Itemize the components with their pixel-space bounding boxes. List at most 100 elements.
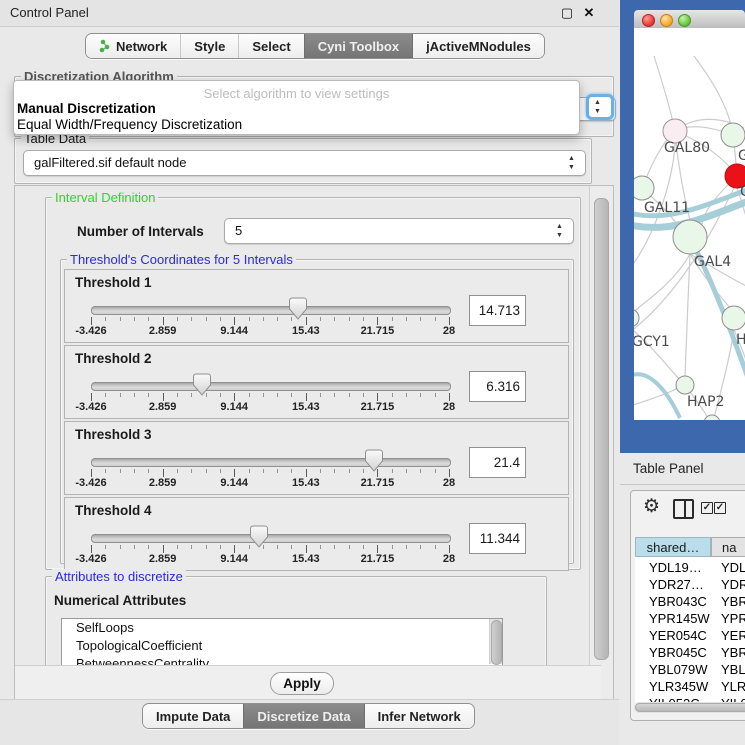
slider-thumb[interactable] bbox=[192, 373, 212, 396]
table-row[interactable]: YPR145WYPR1 bbox=[635, 610, 745, 627]
panel-scrollbar[interactable] bbox=[589, 186, 613, 698]
tick-label: 2.859 bbox=[149, 553, 177, 565]
minor-tick bbox=[420, 469, 421, 473]
column-header-name[interactable]: na bbox=[711, 537, 745, 557]
apply-button[interactable]: Apply bbox=[270, 672, 334, 695]
tab-infer-network[interactable]: Infer Network bbox=[364, 704, 474, 728]
numerical-attributes-list[interactable]: SelfLoopsTopologicalCoefficientBetweenne… bbox=[61, 618, 503, 667]
tick-label: 28 bbox=[443, 477, 455, 489]
tab-network[interactable]: Network bbox=[86, 34, 180, 58]
minimize-traffic-light-icon[interactable] bbox=[660, 14, 673, 27]
tab-jactivemnodules[interactable]: jActiveMNodules bbox=[412, 34, 544, 58]
minor-tick bbox=[105, 469, 106, 473]
minor-tick bbox=[363, 317, 364, 321]
checkbox-icon[interactable]: ✓ bbox=[701, 502, 713, 514]
minor-tick bbox=[120, 545, 121, 549]
minor-tick bbox=[120, 317, 121, 321]
major-tick bbox=[234, 317, 235, 325]
minor-tick bbox=[249, 317, 250, 321]
table-row[interactable]: YBR045CYBR0 bbox=[635, 644, 745, 661]
tick-label: -3.426 bbox=[75, 401, 106, 413]
tab-select[interactable]: Select bbox=[238, 34, 303, 58]
network-node-green[interactable] bbox=[673, 220, 707, 254]
table-row[interactable]: YBR043CYBR0 bbox=[635, 593, 745, 610]
network-node-green[interactable] bbox=[722, 306, 745, 330]
tab-cyni-toolbox[interactable]: Cyni Toolbox bbox=[304, 34, 412, 58]
network-node-green[interactable] bbox=[634, 309, 639, 327]
slider-track[interactable] bbox=[91, 534, 451, 543]
minor-tick bbox=[392, 393, 393, 397]
close-traffic-light-icon[interactable] bbox=[642, 14, 655, 27]
tab-impute-data[interactable]: Impute Data bbox=[143, 704, 243, 728]
table-horizontal-scrollbar[interactable] bbox=[634, 702, 745, 713]
slider-track[interactable] bbox=[91, 458, 451, 467]
mode-tabs: Impute Data Discretize DataInfer Network bbox=[142, 703, 475, 729]
minor-tick bbox=[349, 317, 350, 321]
minor-tick bbox=[191, 545, 192, 549]
split-columns-icon[interactable] bbox=[673, 499, 694, 519]
attributes-list-scrollbar[interactable] bbox=[489, 619, 502, 664]
tick-label: 21.715 bbox=[361, 325, 395, 337]
dropdown-option-equal-width[interactable]: Equal Width/Frequency Discretization bbox=[17, 117, 242, 132]
minor-tick bbox=[320, 545, 321, 549]
table-row[interactable]: YER054CYER0 bbox=[635, 627, 745, 644]
slider-track[interactable] bbox=[91, 306, 451, 315]
table-row[interactable]: YDL19…YDL1 bbox=[635, 559, 745, 576]
tab-label: jActiveMNodules bbox=[426, 39, 531, 54]
threshold-value-field[interactable]: 21.4 bbox=[469, 447, 526, 478]
minor-tick bbox=[263, 317, 264, 321]
slider-thumb[interactable] bbox=[364, 449, 384, 472]
major-tick bbox=[234, 469, 235, 477]
number-of-intervals-combobox[interactable]: 5 bbox=[224, 218, 574, 244]
table-data-combobox[interactable]: galFiltered.sif default node bbox=[23, 150, 586, 176]
minor-tick bbox=[334, 393, 335, 397]
dropdown-option-manual[interactable]: Manual Discretization bbox=[17, 101, 156, 116]
minor-tick bbox=[191, 469, 192, 473]
slider-thumb[interactable] bbox=[288, 297, 308, 320]
node-label: H bbox=[736, 332, 745, 348]
tab-label: Impute Data bbox=[156, 709, 230, 724]
tick-label: -3.426 bbox=[75, 325, 106, 337]
algorithm-combobox-button[interactable] bbox=[586, 94, 614, 120]
slider-thumb[interactable] bbox=[249, 525, 269, 548]
attribute-list-item[interactable]: TopologicalCoefficient bbox=[62, 637, 502, 655]
tick-label: 21.715 bbox=[361, 401, 395, 413]
network-node-green[interactable] bbox=[676, 376, 694, 394]
tick-label: 28 bbox=[443, 401, 455, 413]
checkbox-icon[interactable]: ✓ bbox=[714, 502, 726, 514]
cell-shared-name: YDL19… bbox=[649, 559, 702, 576]
zoom-traffic-light-icon[interactable] bbox=[678, 14, 691, 27]
attribute-list-item[interactable]: SelfLoops bbox=[62, 619, 502, 637]
network-canvas[interactable]: GAL80GACGAL11GAL4GCY1HHAP2 bbox=[634, 28, 745, 420]
minor-tick bbox=[420, 545, 421, 549]
threshold-value-field[interactable]: 6.316 bbox=[469, 371, 526, 402]
minor-tick bbox=[334, 545, 335, 549]
network-window-titlebar bbox=[634, 10, 745, 29]
column-header-shared-name[interactable]: shared… bbox=[635, 537, 711, 557]
table-row[interactable]: YDR27…YDR2 bbox=[635, 576, 745, 593]
close-window-icon[interactable]: ✕ bbox=[580, 4, 598, 22]
network-node-green[interactable] bbox=[634, 176, 654, 200]
slider-track[interactable] bbox=[91, 382, 451, 391]
major-tick bbox=[91, 545, 92, 553]
gear-icon[interactable]: ⚙ bbox=[643, 495, 660, 518]
threshold-box-2: Threshold 2-3.4262.8599.14415.4321.71528… bbox=[64, 345, 569, 419]
tab-discretize-data[interactable]: Discretize Data bbox=[243, 704, 363, 728]
node-label: GAL4 bbox=[694, 254, 731, 270]
minor-tick bbox=[177, 393, 178, 397]
minor-tick bbox=[148, 545, 149, 549]
threshold-value-field[interactable]: 11.344 bbox=[469, 523, 526, 554]
minor-tick bbox=[134, 317, 135, 321]
table-row[interactable]: YBL079WYBL0 bbox=[635, 661, 745, 678]
tab-style[interactable]: Style bbox=[180, 34, 238, 58]
threshold-value-field[interactable]: 14.713 bbox=[469, 295, 526, 326]
table-row[interactable]: YLR345WYLR3 bbox=[635, 678, 745, 695]
major-tick bbox=[306, 545, 307, 553]
tick-label: 15.43 bbox=[292, 325, 320, 337]
minor-tick bbox=[435, 317, 436, 321]
network-edge bbox=[694, 56, 733, 135]
float-window-icon[interactable]: ▢ bbox=[558, 4, 576, 22]
tick-label: 9.144 bbox=[220, 401, 248, 413]
network-node-green[interactable] bbox=[721, 123, 745, 147]
minor-tick bbox=[134, 393, 135, 397]
